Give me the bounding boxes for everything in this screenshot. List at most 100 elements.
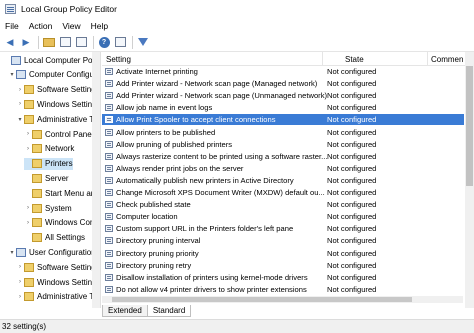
- setting-name: Add Printer wizard - Network scan page (…: [116, 91, 328, 101]
- policy-setting-row[interactable]: Custom support URL in the Printers folde…: [102, 223, 464, 234]
- column-divider[interactable]: [427, 52, 428, 66]
- help-button[interactable]: ?: [97, 35, 111, 49]
- tree-item[interactable]: › Windows Settings: [16, 276, 100, 288]
- tree-item[interactable]: › Software Settings: [16, 84, 100, 96]
- chevron-right-icon[interactable]: ›: [16, 87, 24, 93]
- policy-setting-row[interactable]: Activate Internet printing Not configured: [102, 66, 464, 77]
- chevron-right-icon[interactable]: ›: [16, 294, 24, 300]
- column-setting[interactable]: Setting: [106, 55, 131, 64]
- chevron-down-icon[interactable]: ▾: [8, 71, 16, 78]
- policy-setting-row[interactable]: Directory pruning interval Not configured: [102, 235, 464, 246]
- tree-item[interactable]: Server: [24, 172, 69, 184]
- back-arrow-icon[interactable]: ◀: [3, 35, 17, 49]
- setting-state: Not configured: [327, 224, 377, 234]
- tree-item[interactable]: › Windows Com: [24, 217, 97, 229]
- folder-icon: [24, 85, 34, 95]
- tree-item[interactable]: › Software Settings: [16, 261, 100, 273]
- policy-setting-row[interactable]: Add Printer wizard - Network scan page (…: [102, 78, 464, 89]
- setting-name: Allow job name in event logs: [116, 103, 213, 113]
- tree-item-label: Printers: [45, 159, 73, 169]
- scroll-thumb[interactable]: [466, 66, 473, 186]
- policy-setting-row[interactable]: Always rasterize content to be printed u…: [102, 151, 464, 162]
- policy-setting-row[interactable]: Add Printer wizard - Network scan page (…: [102, 90, 464, 101]
- tree-item[interactable]: All Settings: [24, 232, 85, 244]
- policy-setting-icon: [105, 152, 113, 160]
- policy-setting-row[interactable]: Allow Print Spooler to accept client con…: [102, 114, 464, 126]
- policy-setting-row[interactable]: Always render print jobs on the server No…: [102, 163, 464, 174]
- menu-file[interactable]: File: [0, 21, 24, 31]
- chevron-down-icon[interactable]: ▾: [8, 249, 16, 256]
- tab-standard[interactable]: Standard: [146, 305, 192, 317]
- properties-button[interactable]: [113, 35, 127, 49]
- chevron-right-icon[interactable]: ›: [24, 131, 32, 137]
- setting-state: Not configured: [327, 151, 377, 161]
- policy-setting-icon: [105, 237, 113, 245]
- menu-bar: File Action View Help: [0, 18, 474, 33]
- tree-item[interactable]: ▾ Computer Configura: [8, 69, 100, 81]
- setting-state: Not configured: [327, 139, 377, 149]
- policy-setting-row[interactable]: Allow pruning of published printers Not c…: [102, 139, 464, 150]
- menu-action[interactable]: Action: [24, 21, 58, 31]
- forward-arrow-icon[interactable]: ▶: [19, 35, 33, 49]
- chevron-down-icon[interactable]: ▾: [16, 116, 24, 123]
- tree-item[interactable]: Printers: [24, 157, 73, 170]
- folder-icon: [24, 99, 34, 109]
- policy-setting-row[interactable]: Change Microsoft XPS Document Writer (MX…: [102, 187, 464, 198]
- show-hide-tree-button[interactable]: [58, 35, 72, 49]
- column-comment[interactable]: Commen: [431, 55, 463, 64]
- menu-help[interactable]: Help: [86, 21, 113, 31]
- column-divider[interactable]: [322, 52, 323, 66]
- tree-item[interactable]: › Network: [24, 143, 74, 155]
- tree-item[interactable]: › Windows Settings: [16, 98, 100, 110]
- policy-setting-row[interactable]: Computer location Not configured: [102, 211, 464, 222]
- tab-extended[interactable]: Extended: [102, 305, 148, 317]
- setting-name: Automatically publish new printers in Ac…: [116, 175, 294, 185]
- tree-item-label: Start Menu an: [45, 188, 96, 198]
- tree-item[interactable]: ▾ Administrative Te: [16, 113, 98, 125]
- chevron-right-icon[interactable]: ›: [24, 205, 32, 211]
- tree-item[interactable]: Local Computer Policy: [3, 54, 101, 66]
- folder-icon: [24, 292, 34, 302]
- policy-setting-row[interactable]: Do not allow v4 printer drivers to show …: [102, 284, 464, 295]
- tree-item[interactable]: › System: [24, 202, 72, 214]
- policy-setting-icon: [105, 273, 113, 281]
- tree-item-label: Local Computer Policy: [24, 55, 101, 65]
- export-list-button[interactable]: [74, 35, 88, 49]
- tree-item[interactable]: ▾ User Configuration: [8, 246, 96, 258]
- setting-name: Add Printer wizard - Network scan page (…: [116, 79, 318, 89]
- chevron-right-icon[interactable]: ›: [16, 101, 24, 107]
- chevron-right-icon[interactable]: ›: [16, 264, 24, 270]
- setting-state: Not configured: [327, 200, 377, 210]
- horizontal-scrollbar[interactable]: [102, 296, 463, 303]
- policy-setting-row[interactable]: Directory pruning retry Not configured: [102, 260, 464, 271]
- tree-item-label: Network: [45, 144, 75, 154]
- tree-item[interactable]: › Control Panel: [24, 128, 93, 140]
- column-state[interactable]: State: [345, 55, 364, 64]
- setting-state: Not configured: [327, 103, 377, 113]
- up-folder-button[interactable]: [42, 35, 56, 49]
- chevron-right-icon[interactable]: ›: [24, 146, 32, 152]
- tree-item[interactable]: Start Menu an: [24, 187, 95, 199]
- policy-setting-icon: [105, 213, 113, 221]
- chevron-right-icon[interactable]: ›: [24, 220, 32, 226]
- export-list-icon: [75, 37, 87, 47]
- policy-setting-row[interactable]: Allow job name in event logs Not configur…: [102, 102, 464, 113]
- chevron-right-icon[interactable]: ›: [16, 279, 24, 285]
- scroll-thumb[interactable]: [112, 297, 412, 302]
- vertical-scrollbar[interactable]: [465, 52, 474, 308]
- policy-setting-row[interactable]: Check published state Not configured: [102, 199, 464, 210]
- tree-item[interactable]: › Administrative Te: [16, 291, 98, 303]
- toolbar-divider: [38, 35, 39, 49]
- policy-setting-row[interactable]: Allow printers to be published Not config…: [102, 127, 464, 138]
- policy-setting-row[interactable]: Directory pruning priority Not configured: [102, 248, 464, 259]
- policy-setting-row[interactable]: Automatically publish new printers in Ac…: [102, 175, 464, 186]
- menu-view[interactable]: View: [57, 21, 85, 31]
- console-tree-icon: [59, 37, 71, 47]
- setting-state: Not configured: [327, 284, 377, 294]
- setting-state: Not configured: [327, 212, 377, 222]
- filter-button[interactable]: [136, 35, 150, 49]
- setting-name: Computer location: [116, 212, 178, 222]
- policy-setting-row[interactable]: Disallow installation of printers using …: [102, 272, 464, 283]
- setting-name: Always render print jobs on the server: [116, 163, 244, 173]
- tree-scrollbar[interactable]: [92, 52, 100, 308]
